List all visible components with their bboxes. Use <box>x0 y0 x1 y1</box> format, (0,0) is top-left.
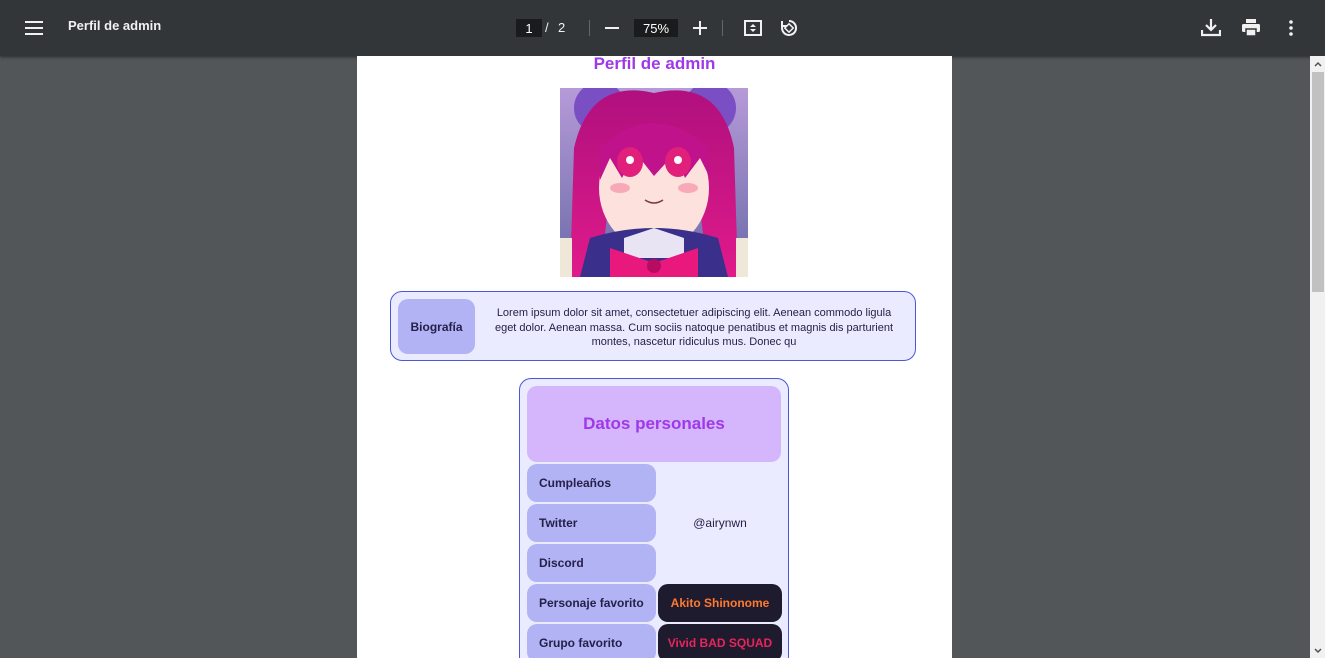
personal-data-header: Datos personales <box>527 386 781 462</box>
rotate-button[interactable] <box>777 14 801 42</box>
more-options-button[interactable] <box>1280 14 1302 42</box>
avatar-image <box>560 88 748 277</box>
zoom-level-input[interactable]: 75% <box>634 19 678 37</box>
row-label-favorite-group: Grupo favorito <box>527 624 656 658</box>
zoom-in-button[interactable] <box>688 14 712 42</box>
pdf-toolbar: Perfil de admin 1 / 2 75% <box>0 0 1325 56</box>
biography-label: Biografía <box>398 299 475 354</box>
fit-page-icon <box>744 20 762 36</box>
row-value-twitter: @airynwn <box>693 516 747 530</box>
download-button[interactable] <box>1198 14 1224 42</box>
personal-data-card: Datos personales Cumpleaños Twitter @air… <box>519 378 789 658</box>
row-label-twitter: Twitter <box>527 504 656 542</box>
menu-icon <box>25 21 43 35</box>
print-button[interactable] <box>1238 14 1264 42</box>
scroll-down-button[interactable] <box>1310 643 1325 658</box>
chevron-down-icon <box>1313 647 1322 653</box>
row-value-birthday <box>658 464 782 502</box>
document-title: Perfil de admin <box>68 18 162 33</box>
page-number-input[interactable]: 1 <box>516 19 542 37</box>
menu-button[interactable] <box>20 14 48 42</box>
row-value-discord <box>658 544 782 582</box>
pdf-page: Perfil de admin Biografía Lorem ipsum do… <box>357 56 952 658</box>
page-separator: / <box>545 20 549 35</box>
row-value-favorite-character: Akito Shinonome <box>658 584 782 622</box>
biography-card: Biografía Lorem ipsum dolor sit amet, co… <box>390 291 916 361</box>
fit-page-button[interactable] <box>741 14 765 42</box>
page-title: Perfil de admin <box>593 56 716 73</box>
row-label-birthday: Cumpleaños <box>527 464 656 502</box>
zoom-in-icon <box>693 21 707 35</box>
toolbar-divider <box>589 20 590 36</box>
print-icon <box>1242 19 1260 37</box>
rotate-icon <box>781 19 798 36</box>
total-pages: 2 <box>558 20 566 35</box>
row-label-favorite-character: Personaje favorito <box>527 584 656 622</box>
scroll-up-button[interactable] <box>1310 56 1325 71</box>
more-icon <box>1289 20 1293 36</box>
toolbar-divider <box>722 20 723 36</box>
scrollbar-thumb[interactable] <box>1312 72 1324 292</box>
download-icon <box>1201 19 1221 37</box>
biography-text: Lorem ipsum dolor sit amet, consectetuer… <box>494 307 894 348</box>
zoom-out-button[interactable] <box>600 14 624 42</box>
row-value-favorite-group: Vivid BAD SQUAD <box>658 624 782 658</box>
chevron-up-icon <box>1313 61 1322 67</box>
row-label-discord: Discord <box>527 544 656 582</box>
zoom-out-icon <box>605 27 619 29</box>
